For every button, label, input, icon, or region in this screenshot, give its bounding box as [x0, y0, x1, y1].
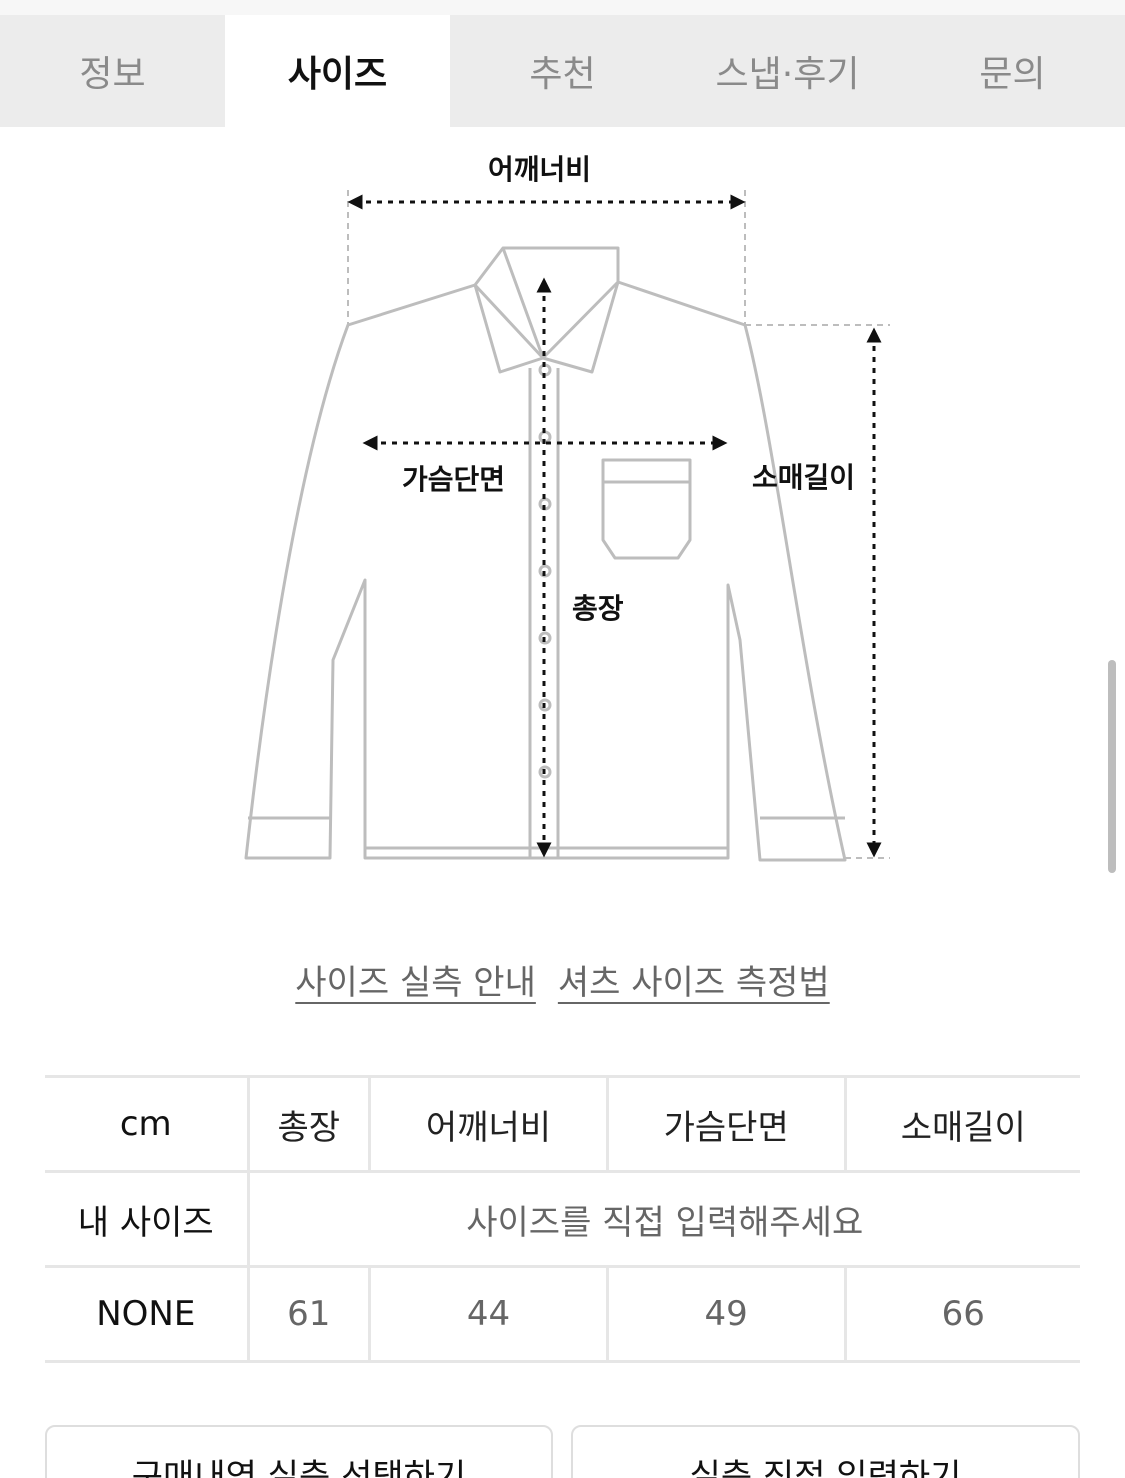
unit-header: cm — [45, 1075, 248, 1173]
scrollbar[interactable] — [1108, 660, 1116, 873]
table-header-row: cm 총장 어깨너비 가슴단면 소매길이 — [45, 1075, 1080, 1173]
size-name-cell: NONE — [45, 1265, 248, 1363]
tab-bar: 정보 사이즈 추천 스냅·후기 문의 — [0, 15, 1125, 127]
shoulder-header: 어깨너비 — [368, 1075, 608, 1173]
sleeve-value: 66 — [843, 1265, 1080, 1363]
shoulder-label: 어깨너비 — [488, 153, 592, 186]
tab-size[interactable]: 사이즈 — [225, 15, 450, 127]
shirt-size-diagram: 어깨너비 가슴단면 총장 소매길이 — [200, 140, 930, 880]
chest-label: 가슴단면 — [402, 463, 506, 496]
length-header: 총장 — [246, 1075, 370, 1173]
my-size-label: 내 사이즈 — [45, 1170, 248, 1268]
sleeve-label: 소매길이 — [752, 461, 856, 494]
sleeve-header: 소매길이 — [843, 1075, 1080, 1173]
tab-inquiry[interactable]: 문의 — [900, 15, 1125, 127]
my-size-row: 내 사이즈 사이즈를 직접 입력해주세요 — [45, 1170, 1080, 1268]
tab-info[interactable]: 정보 — [0, 15, 225, 127]
size-table: cm 총장 어깨너비 가슴단면 소매길이 내 사이즈 사이즈를 직접 입력해주세… — [45, 1075, 1080, 1363]
chest-header: 가슴단면 — [605, 1075, 846, 1173]
shirt-illustration — [244, 190, 890, 862]
shirt-measure-link[interactable]: 셔츠 사이즈 측정법 — [558, 955, 830, 1004]
top-strip — [0, 0, 1125, 15]
my-size-input-prompt[interactable]: 사이즈를 직접 입력해주세요 — [246, 1170, 1080, 1268]
table-row: NONE 61 44 49 66 — [45, 1265, 1080, 1363]
tab-recommend[interactable]: 추천 — [450, 15, 675, 127]
tab-snap-review[interactable]: 스냅·후기 — [675, 15, 900, 127]
direct-input-size-button[interactable]: 실측 직접 입력하기 — [571, 1425, 1080, 1478]
size-guide-link[interactable]: 사이즈 실측 안내 — [295, 955, 536, 1004]
select-purchase-size-button[interactable]: 구매내역 실측 선택하기 — [45, 1425, 553, 1478]
shoulder-value: 44 — [368, 1265, 608, 1363]
length-value: 61 — [246, 1265, 370, 1363]
size-guide-links: 사이즈 실측 안내 셔츠 사이즈 측정법 — [0, 955, 1125, 1004]
chest-value: 49 — [605, 1265, 846, 1363]
length-label: 총장 — [572, 592, 624, 625]
